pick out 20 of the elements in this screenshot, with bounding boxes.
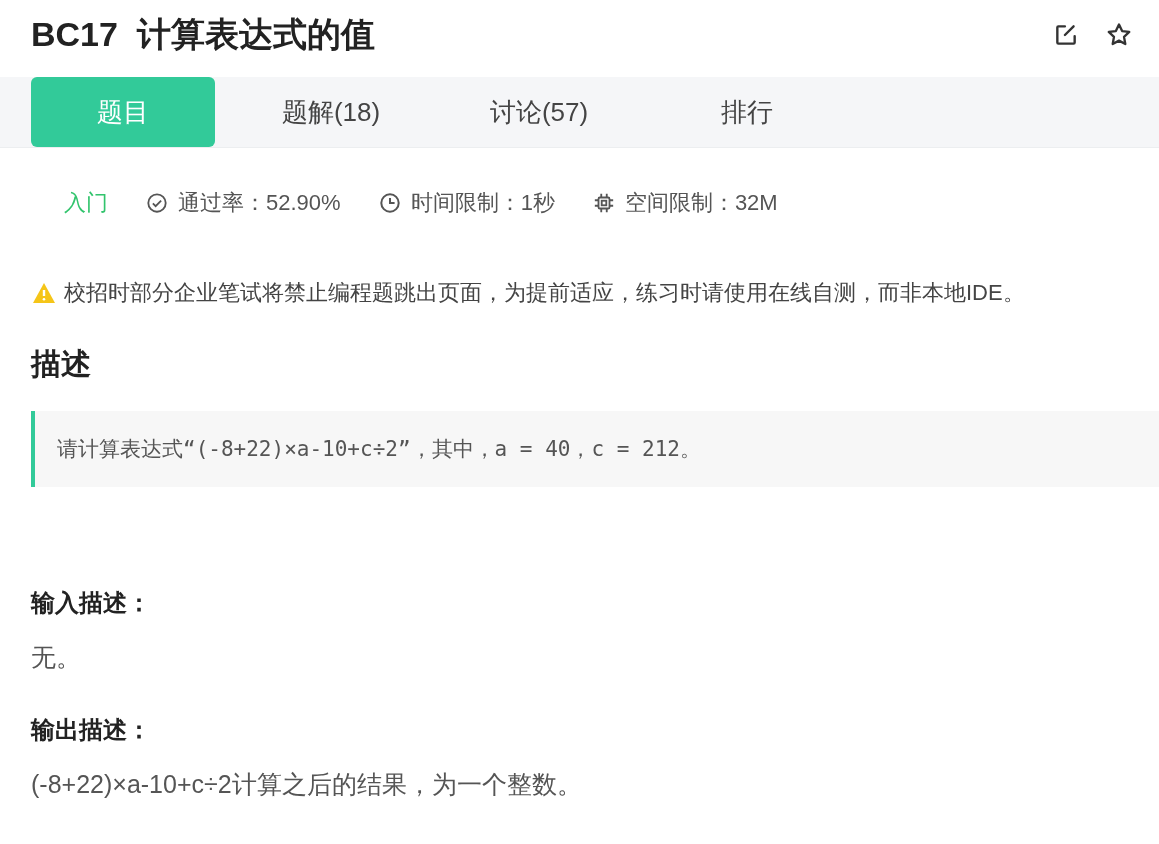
section-text: 无。 bbox=[31, 642, 82, 673]
check-circle-icon bbox=[146, 192, 168, 214]
tab[interactable]: 讨论(57) bbox=[447, 77, 631, 147]
memory-limit: 空间限制：32M bbox=[624, 189, 778, 217]
warning-icon bbox=[32, 282, 56, 304]
chip-icon bbox=[592, 192, 615, 214]
tab[interactable]: 题解(18) bbox=[239, 77, 423, 147]
section-text: (-8+22)×a-10+c÷2计算之后的结果，为一个整数。 bbox=[31, 769, 583, 800]
edit-icon[interactable] bbox=[1053, 22, 1079, 48]
difficulty-label: 入门 bbox=[64, 189, 108, 217]
description-text: 请计算表达式“(-8+22)×a-10+c÷2”，其中，a = 40，c = 212。 bbox=[57, 436, 701, 463]
tab[interactable]: 排行 bbox=[655, 77, 839, 147]
section-heading: 输入描述： bbox=[31, 588, 152, 618]
time-limit: 时间限制：1秒 bbox=[410, 189, 555, 217]
section-heading: 输出描述： bbox=[31, 715, 152, 745]
section-heading: 描述 bbox=[31, 346, 92, 382]
clock-icon bbox=[378, 192, 401, 214]
problem-title: BC17 计算表达式的值 bbox=[31, 14, 375, 55]
pass-rate: 通过率：52.90% bbox=[178, 189, 341, 217]
notice-text: 校招时部分企业笔试将禁止编程题跳出页面，为提前适应，练习时请使用在线自测，而非本地IDE。 bbox=[64, 279, 1025, 307]
